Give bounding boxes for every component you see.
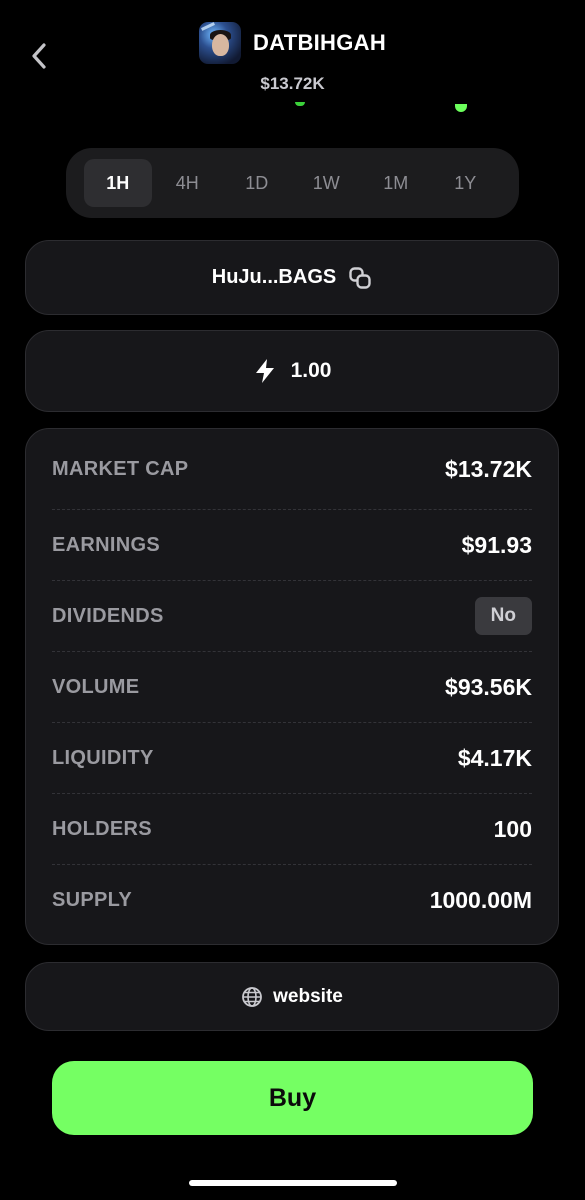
stat-value: 100 — [493, 815, 532, 842]
stat-value: 1000.00M — [429, 886, 532, 913]
token-price: $13.72K — [260, 74, 325, 93]
stat-value: $4.17K — [457, 744, 532, 771]
stat-value: $93.56K — [445, 673, 532, 700]
timeframe-4h[interactable]: 4H — [154, 159, 222, 207]
chart-marker — [295, 102, 305, 106]
buy-button[interactable]: Buy — [52, 1061, 533, 1135]
stat-row-volume: VOLUME $93.56K — [52, 652, 532, 723]
website-label: website — [273, 985, 343, 1007]
amount-value: 1.00 — [290, 359, 332, 382]
stat-row-liquidity: LIQUIDITY $4.17K — [52, 723, 532, 794]
stat-row-holders: HOLDERS 100 — [52, 794, 532, 865]
stat-label: MARKET CAP — [52, 457, 189, 480]
token-header: DATBIHGAH $13.72K — [0, 22, 585, 94]
timeframe-1d[interactable]: 1D — [223, 159, 291, 207]
timeframe-1m[interactable]: 1M — [362, 159, 430, 207]
token-stats: MARKET CAP $13.72K EARNINGS $91.93 DIVID… — [25, 428, 559, 945]
stat-label: LIQUIDITY — [52, 746, 154, 769]
stat-row-supply: SUPPLY 1000.00M — [52, 865, 532, 935]
stat-label: HOLDERS — [52, 817, 152, 840]
stat-value: $91.93 — [461, 531, 532, 558]
stat-value: $13.72K — [445, 455, 532, 482]
home-indicator[interactable] — [189, 1180, 397, 1186]
globe-icon — [242, 986, 263, 1007]
contract-address: HuJu...BAGS — [211, 266, 337, 288]
stat-label: VOLUME — [52, 675, 140, 698]
stat-row-market-cap: MARKET CAP $13.72K — [52, 429, 532, 510]
chart-marker — [455, 104, 467, 112]
timeframe-1y[interactable]: 1Y — [432, 159, 500, 207]
stat-row-dividends: DIVIDENDS No — [52, 581, 532, 652]
contract-address-button[interactable]: HuJu...BAGS — [25, 240, 559, 315]
timeframe-1w[interactable]: 1W — [293, 159, 361, 207]
lightning-icon — [255, 359, 274, 383]
stat-label: DIVIDENDS — [52, 604, 164, 627]
token-detail-screen: DATBIHGAH $13.72K 1H 4H 1D 1W 1M 1Y HuJu… — [0, 0, 585, 1200]
dividends-badge: No — [474, 597, 532, 635]
stat-label: EARNINGS — [52, 533, 160, 556]
website-link[interactable]: website — [25, 962, 559, 1031]
timeframe-1h[interactable]: 1H — [84, 159, 152, 207]
quick-buy-amount[interactable]: 1.00 — [25, 330, 559, 412]
token-name: DATBIHGAH — [252, 30, 387, 55]
stat-label: SUPPLY — [52, 888, 132, 911]
timeframe-selector: 1H 4H 1D 1W 1M 1Y — [66, 148, 519, 218]
copy-icon — [349, 266, 371, 289]
token-avatar — [198, 22, 241, 64]
stat-row-earnings: EARNINGS $91.93 — [52, 510, 532, 581]
